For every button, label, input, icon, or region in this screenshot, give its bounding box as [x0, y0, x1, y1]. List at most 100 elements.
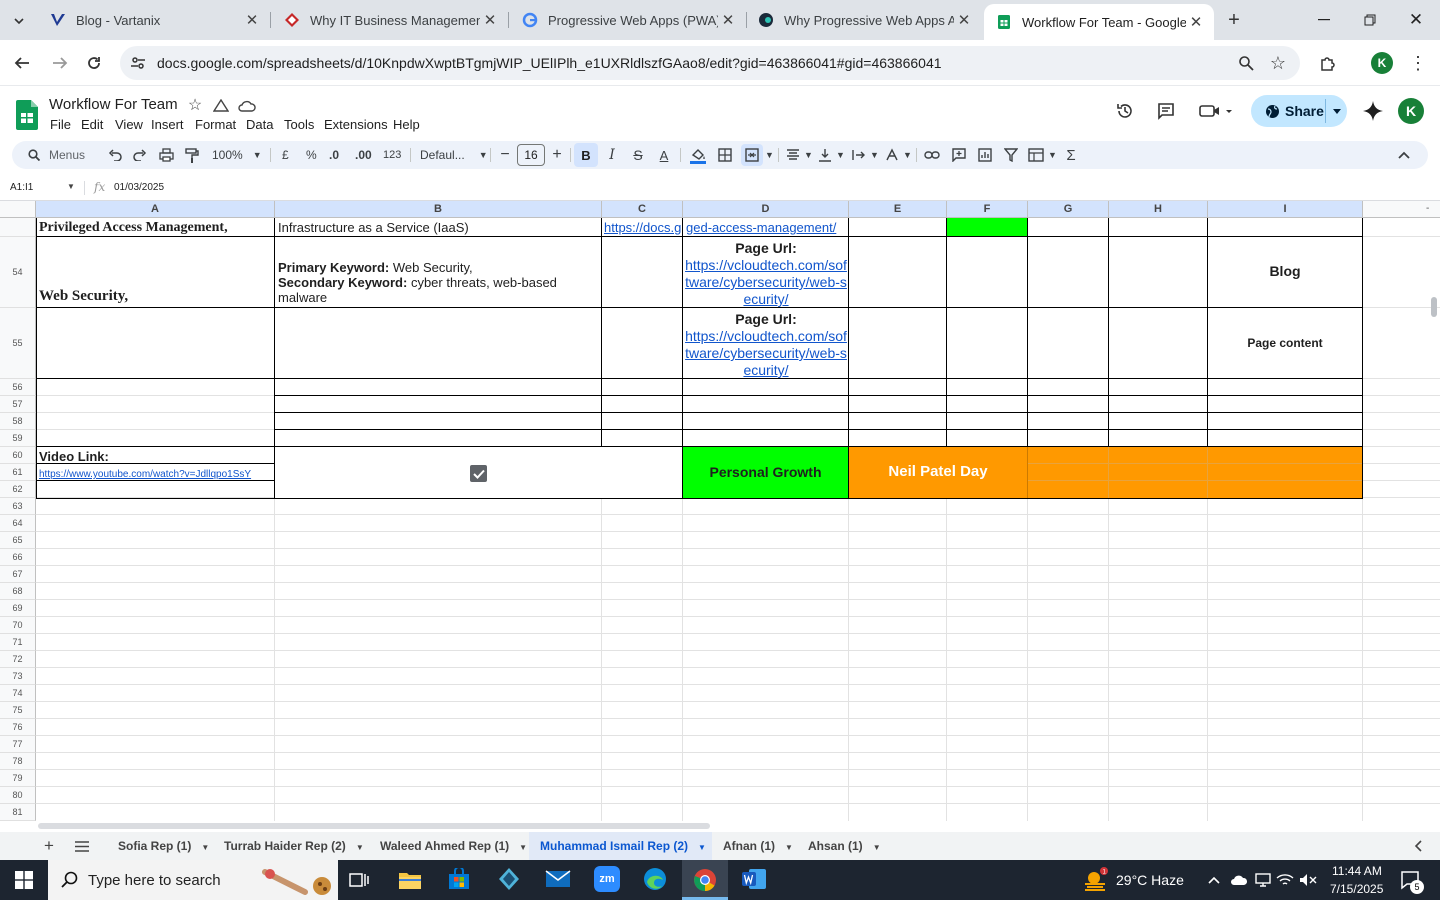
- cell-a60[interactable]: Video Link:: [39, 449, 273, 464]
- zoom-select[interactable]: 100% ▼: [212, 145, 262, 165]
- chevron-down-icon[interactable]: ▼: [67, 182, 75, 191]
- checkbox-checked[interactable]: [470, 465, 487, 482]
- page-url-link[interactable]: https://vcloudtech.com/software/cybersec…: [685, 328, 847, 378]
- print-icon[interactable]: [157, 145, 175, 165]
- sheet-tab-active-label[interactable]: Muhammad Ismail Rep (2) ▼: [540, 839, 706, 853]
- italic-icon[interactable]: I: [604, 145, 620, 165]
- close-tab-icon[interactable]: ✕: [954, 11, 974, 29]
- weather-icon[interactable]: 1: [1082, 866, 1108, 894]
- menu-extensions[interactable]: Extensions: [324, 117, 388, 132]
- cell-b54[interactable]: Primary Keyword: Web Security, Secondary…: [278, 260, 598, 305]
- cell-d55[interactable]: Page Url: https://vcloudtech.com/softwar…: [684, 311, 848, 379]
- row-header[interactable]: 75: [0, 702, 36, 719]
- close-tab-icon[interactable]: ✕: [1186, 13, 1206, 31]
- functions-sigma-icon[interactable]: Σ: [1064, 145, 1078, 165]
- increase-font-size-icon[interactable]: +: [550, 145, 564, 165]
- gemini-sparkle-icon[interactable]: [1362, 100, 1384, 122]
- green-fill-cell[interactable]: [947, 218, 1027, 236]
- row-header[interactable]: 67: [0, 566, 36, 583]
- back-arrow-icon[interactable]: [10, 51, 34, 75]
- column-header-d[interactable]: D: [683, 201, 849, 218]
- sheet-tab[interactable]: Ahsan (1) ▼: [808, 839, 881, 853]
- more-formats-button[interactable]: 123: [383, 145, 401, 165]
- cell-a54[interactable]: Web Security,: [39, 289, 273, 304]
- scroll-tabs-left-icon[interactable]: [1410, 838, 1426, 854]
- filter-views-icon[interactable]: ▼: [1028, 145, 1057, 165]
- share-dropdown-icon[interactable]: [1331, 105, 1343, 117]
- all-sheets-list-icon[interactable]: [74, 838, 90, 854]
- sheet-tab[interactable]: Sofia Rep (1) ▼: [118, 839, 209, 853]
- formula-input[interactable]: 01/03/2025: [114, 182, 164, 193]
- row-header[interactable]: 71: [0, 634, 36, 651]
- menu-file[interactable]: File: [50, 117, 71, 132]
- windows-start-icon[interactable]: [14, 870, 34, 890]
- version-history-icon[interactable]: [1114, 100, 1136, 122]
- menu-help[interactable]: Help: [393, 117, 420, 132]
- row-header[interactable]: 73: [0, 668, 36, 685]
- merge-cells-icon[interactable]: [741, 144, 763, 166]
- row-header[interactable]: 63: [0, 498, 36, 515]
- account-avatar[interactable]: K: [1398, 98, 1424, 124]
- insert-link-icon[interactable]: [923, 145, 941, 165]
- reload-icon[interactable]: [82, 51, 106, 75]
- row-header[interactable]: 64: [0, 515, 36, 532]
- menus-search[interactable]: Menus: [27, 145, 85, 165]
- browser-tab-4[interactable]: Why Progressive Web Apps Arc ✕: [746, 0, 982, 40]
- row-header[interactable]: 81: [0, 804, 36, 821]
- column-header-i[interactable]: I: [1208, 201, 1363, 218]
- sheet-tab[interactable]: Afnan (1) ▼: [723, 839, 793, 853]
- minimize-window-icon[interactable]: [1312, 10, 1336, 30]
- row-header[interactable]: 79: [0, 770, 36, 787]
- row-header[interactable]: 55: [0, 308, 36, 379]
- column-header-h[interactable]: H: [1109, 201, 1208, 218]
- cell-i55[interactable]: Page content: [1208, 336, 1362, 351]
- insert-comment-icon[interactable]: [950, 145, 968, 165]
- redo-icon[interactable]: [131, 145, 149, 165]
- tray-chevron-up-icon[interactable]: [1206, 871, 1222, 889]
- row-header[interactable]: 80: [0, 787, 36, 804]
- chevron-down-icon[interactable]: ▼: [785, 843, 793, 852]
- text-rotation-icon[interactable]: ▼: [885, 145, 912, 165]
- zoom-app-icon[interactable]: zm: [594, 866, 620, 892]
- task-view-icon[interactable]: [348, 870, 370, 890]
- increase-decimal-button[interactable]: .00: [355, 145, 372, 165]
- clock-date[interactable]: 7/15/2025: [1330, 882, 1383, 896]
- format-currency-button[interactable]: £: [282, 145, 289, 165]
- row-header[interactable]: 62: [0, 481, 36, 498]
- cell-b53[interactable]: Infrastructure as a Service (IaaS): [278, 220, 598, 235]
- row-header[interactable]: 68: [0, 583, 36, 600]
- cell-e60[interactable]: Neil Patel Day: [849, 464, 1027, 479]
- strikethrough-icon[interactable]: S: [630, 145, 646, 165]
- font-family-select[interactable]: Defaul... ▼: [420, 145, 488, 165]
- column-header-a[interactable]: A: [36, 201, 275, 218]
- row-header[interactable]: 57: [0, 396, 36, 413]
- row-header[interactable]: 56: [0, 379, 36, 396]
- borders-icon[interactable]: [716, 145, 734, 165]
- zoom-magnifier-icon[interactable]: [1236, 53, 1256, 73]
- paint-format-icon[interactable]: [183, 145, 201, 165]
- spreadsheet-grid[interactable]: A B C D E F G H I - 54 55 56 57 58 59 60…: [0, 201, 1440, 821]
- decrease-decimal-button[interactable]: .0: [329, 145, 339, 165]
- edge-browser-icon[interactable]: [642, 866, 668, 892]
- row-header[interactable]: 78: [0, 753, 36, 770]
- browser-tab-3[interactable]: Progressive Web Apps (PWA) W ✕: [510, 0, 746, 40]
- cell-i54[interactable]: Blog: [1208, 264, 1362, 279]
- browser-tab-active[interactable]: Workflow For Team - Google Sl ✕: [984, 4, 1214, 40]
- row-header[interactable]: 72: [0, 651, 36, 668]
- sheets-logo-icon[interactable]: [16, 100, 38, 130]
- column-header-g[interactable]: G: [1028, 201, 1109, 218]
- new-tab-plus-icon[interactable]: +: [1222, 9, 1246, 31]
- horizontal-align-icon[interactable]: ▼: [786, 145, 813, 165]
- fill-color-icon[interactable]: [688, 145, 708, 165]
- chevron-down-icon[interactable]: ▼: [201, 843, 209, 852]
- text-wrapping-icon[interactable]: ▼: [852, 145, 879, 165]
- chevron-down-icon[interactable]: ▼: [873, 843, 881, 852]
- chevron-down-icon[interactable]: ▼: [356, 843, 364, 852]
- restore-window-icon[interactable]: [1358, 10, 1382, 30]
- row-header[interactable]: 65: [0, 532, 36, 549]
- close-tab-icon[interactable]: ✕: [718, 11, 738, 29]
- row-header[interactable]: 76: [0, 719, 36, 736]
- mail-icon[interactable]: [544, 866, 572, 892]
- vertical-align-icon[interactable]: ▼: [818, 145, 845, 165]
- row-header[interactable]: 77: [0, 736, 36, 753]
